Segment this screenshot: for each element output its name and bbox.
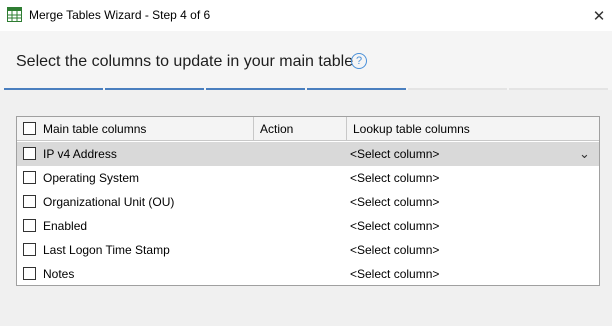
main-column-name: IP v4 Address	[43, 147, 117, 161]
lookup-column-select[interactable]: <Select column>	[350, 190, 439, 214]
lookup-column-select[interactable]: <Select column>	[350, 166, 439, 190]
main-column-name: Operating System	[43, 171, 140, 185]
main-column-name: Last Logon Time Stamp	[43, 243, 170, 257]
window-title: Merge Tables Wizard - Step 4 of 6	[29, 8, 211, 22]
step-progress-bar	[4, 88, 610, 91]
merge-tables-app-icon	[7, 7, 22, 22]
wizard-header: Select the columns to update in your mai…	[0, 31, 612, 90]
row-checkbox[interactable]	[23, 267, 36, 280]
row-checkbox[interactable]	[23, 243, 36, 256]
header-action[interactable]: Action	[254, 117, 347, 141]
table-row[interactable]: Notes <Select column>	[17, 262, 599, 286]
progress-segment	[307, 88, 406, 90]
row-checkbox[interactable]	[23, 147, 36, 160]
select-all-checkbox[interactable]	[23, 122, 36, 135]
table-row[interactable]: Operating System <Select column>	[17, 166, 599, 190]
row-checkbox[interactable]	[23, 195, 36, 208]
chevron-down-icon[interactable]: ⌄	[579, 142, 590, 166]
table-row[interactable]: Enabled <Select column>	[17, 214, 599, 238]
progress-segment	[105, 88, 204, 90]
header-lookup-columns[interactable]: Lookup table columns	[347, 117, 599, 141]
grid-header: Main table columns Action Lookup table c…	[17, 117, 599, 141]
table-row[interactable]: Organizational Unit (OU) <Select column>	[17, 190, 599, 214]
row-checkbox[interactable]	[23, 219, 36, 232]
progress-segment	[408, 88, 507, 90]
header-action-label: Action	[260, 122, 294, 136]
table-row[interactable]: Last Logon Time Stamp <Select column>	[17, 238, 599, 262]
header-main-columns[interactable]: Main table columns	[17, 117, 254, 141]
main-column-name: Notes	[43, 267, 75, 281]
header-lookup-label: Lookup table columns	[353, 122, 470, 136]
progress-segment	[509, 88, 608, 90]
main-column-name: Organizational Unit (OU)	[43, 195, 175, 209]
progress-segment	[4, 88, 103, 90]
title-bar: Merge Tables Wizard - Step 4 of 6 ✕	[0, 0, 612, 31]
lookup-column-select[interactable]: <Select column>	[350, 214, 439, 238]
lookup-column-select[interactable]: <Select column>	[350, 238, 439, 262]
progress-segment	[206, 88, 305, 90]
close-button[interactable]: ✕	[586, 0, 612, 31]
table-row[interactable]: IP v4 Address <Select column> ⌄	[17, 142, 599, 166]
main-column-name: Enabled	[43, 219, 88, 233]
header-main-label: Main table columns	[43, 122, 147, 136]
lookup-column-select[interactable]: <Select column>	[350, 142, 439, 166]
close-icon: ✕	[592, 7, 606, 25]
page-heading: Select the columns to update in your mai…	[16, 53, 354, 70]
lookup-column-select[interactable]: <Select column>	[350, 262, 439, 286]
columns-grid: Main table columns Action Lookup table c…	[16, 116, 600, 286]
help-icon[interactable]: ?	[351, 53, 367, 69]
row-checkbox[interactable]	[23, 171, 36, 184]
